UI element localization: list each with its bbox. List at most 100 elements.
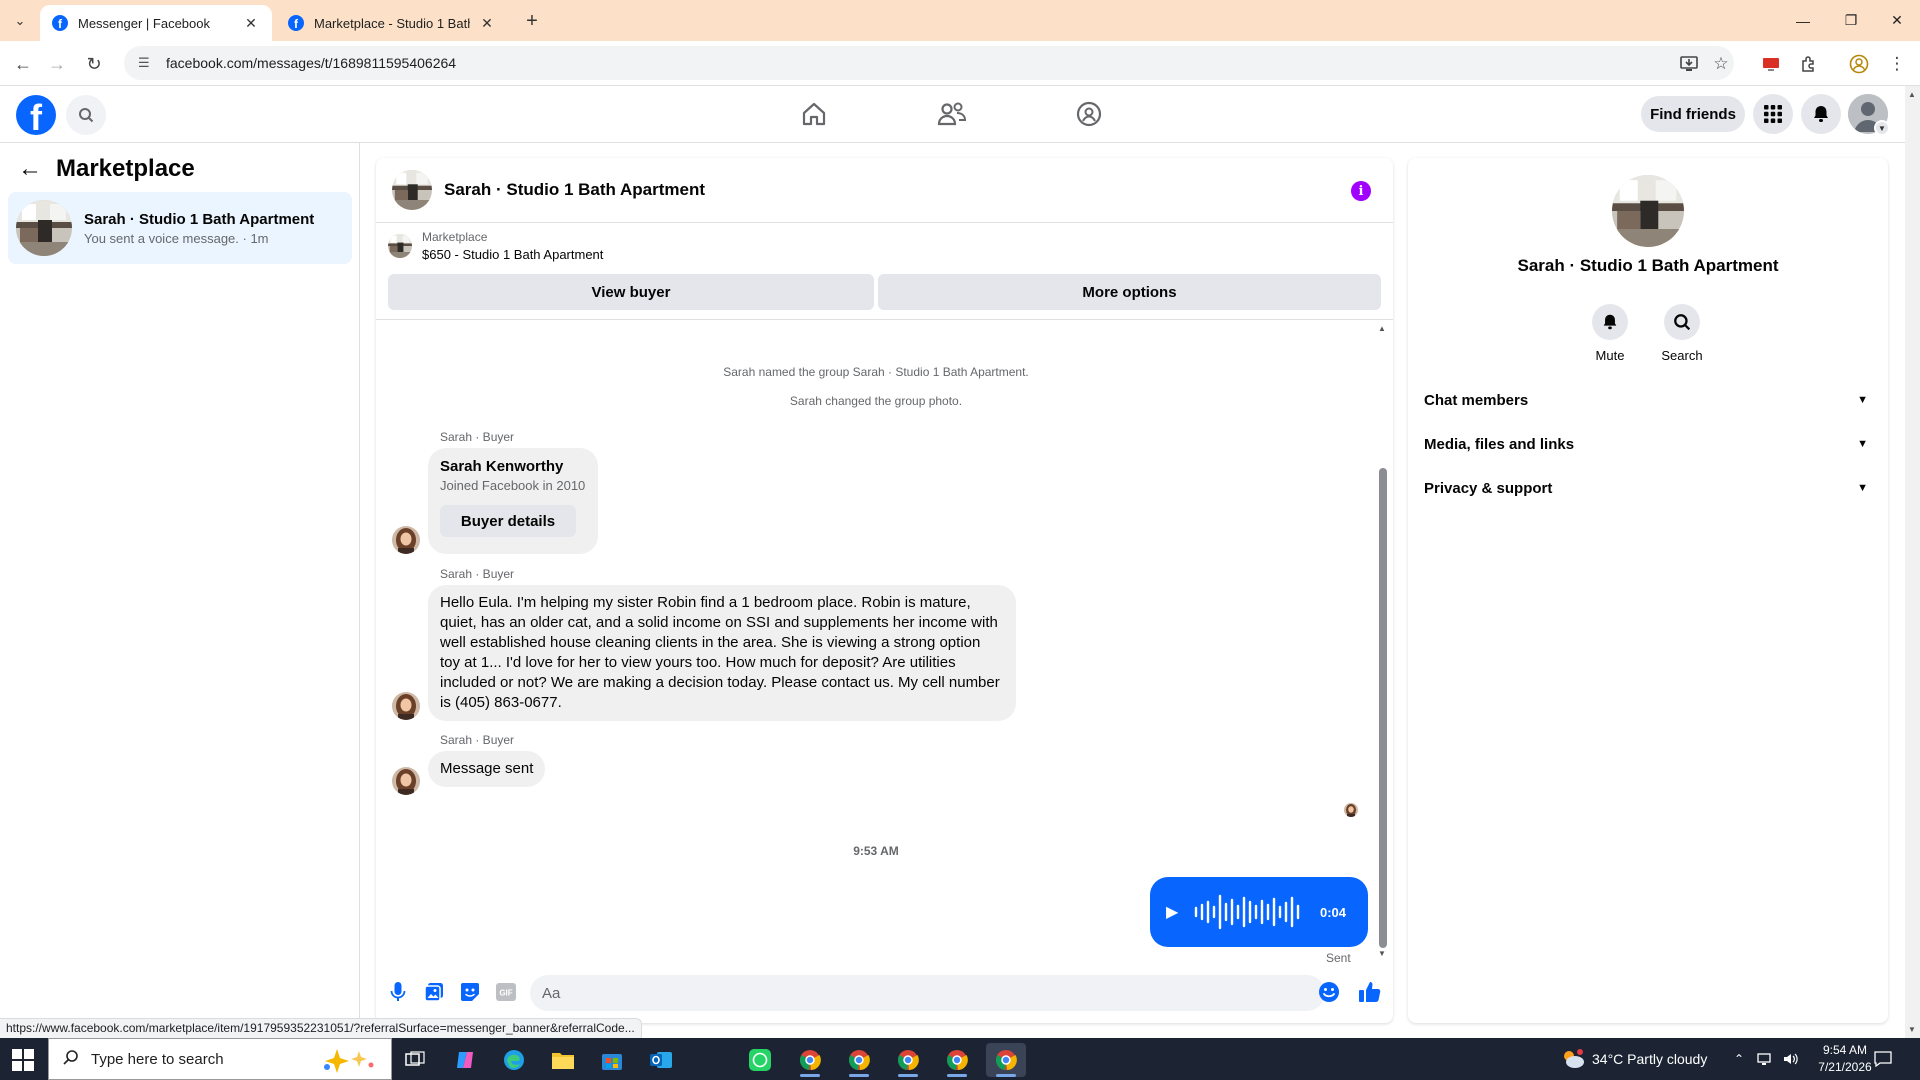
more-options-button[interactable]: More options — [878, 274, 1381, 310]
menu-grid-button[interactable] — [1753, 94, 1793, 134]
site-settings-icon[interactable]: ☰ — [138, 55, 154, 71]
notifications-button[interactable] — [1801, 94, 1841, 134]
edge-app-icon[interactable] — [494, 1043, 534, 1077]
bookmark-star-icon[interactable]: ☆ — [1708, 51, 1734, 77]
restore-icon[interactable]: ❐ — [1828, 0, 1874, 41]
sender-avatar[interactable] — [392, 526, 420, 554]
sender-avatar[interactable] — [392, 692, 420, 720]
conversation-info-icon[interactable]: i — [1351, 181, 1371, 201]
conversation-name: Sarah · Studio 1 Bath Apartment — [84, 210, 315, 228]
chevron-up-icon[interactable]: ⌃ — [1734, 1052, 1744, 1066]
privacy-support-section[interactable]: Privacy & support ▼ — [1424, 470, 1872, 506]
chat-header-avatar[interactable] — [392, 170, 432, 210]
facebook-logo-icon[interactable]: f — [16, 95, 56, 135]
network-icon[interactable] — [1756, 1051, 1772, 1067]
conversation-details-panel: Sarah · Studio 1 Bath Apartment Mute Sea… — [1408, 158, 1888, 1023]
weather-widget[interactable]: 34°C Partly cloudy — [1560, 1038, 1707, 1080]
emoji-icon[interactable] — [1317, 980, 1341, 1004]
scroll-up-icon[interactable]: ▲ — [1377, 324, 1387, 333]
message-bubble[interactable]: Message sent — [428, 751, 546, 787]
buyer-details-button[interactable]: Buyer details — [440, 505, 576, 537]
scroll-down-icon[interactable]: ▼ — [1908, 1025, 1916, 1034]
tab-close-icon[interactable]: ✕ — [242, 14, 260, 32]
chat-scrollbar-thumb[interactable] — [1379, 468, 1387, 948]
mute-button[interactable]: Mute — [1580, 304, 1640, 363]
conversation-photo[interactable] — [1612, 175, 1684, 247]
windows-start-icon[interactable] — [12, 1049, 34, 1071]
message-input[interactable] — [530, 975, 1325, 1011]
buyer-profile-card: Sarah Kenworthy Joined Facebook in 2010 … — [428, 448, 598, 554]
page-scrollbar[interactable]: ▲ ▼ — [1905, 86, 1920, 1038]
home-nav-icon[interactable] — [796, 96, 832, 132]
groups-nav-icon[interactable] — [1071, 96, 1107, 132]
chevron-down-icon[interactable]: ▼ — [1874, 120, 1890, 136]
taskbar-clock[interactable]: 9:54 AM 7/21/2026 — [1810, 1042, 1880, 1076]
view-buyer-button[interactable]: View buyer — [388, 274, 874, 310]
close-window-icon[interactable]: ✕ — [1874, 0, 1920, 41]
chrome-app-icon[interactable] — [986, 1043, 1026, 1077]
chevron-down-icon: ▼ — [1857, 482, 1868, 494]
browser-tab-marketplace[interactable]: f Marketplace - Studio 1 Bath Ap ✕ — [276, 5, 508, 41]
chrome-app-icon[interactable] — [839, 1043, 879, 1077]
scroll-up-icon[interactable]: ▲ — [1908, 90, 1916, 99]
find-friends-button[interactable]: Find friends — [1641, 96, 1745, 132]
copilot-app-icon[interactable] — [445, 1043, 485, 1077]
play-icon[interactable]: ▶ — [1166, 902, 1182, 922]
listing-thumbnail — [388, 234, 412, 258]
task-view-icon[interactable] — [395, 1043, 435, 1077]
browser-profile-icon[interactable] — [1846, 51, 1872, 77]
gif-icon[interactable]: GIF — [494, 980, 518, 1004]
chrome-app-icon[interactable] — [937, 1043, 977, 1077]
message-composer: GIF — [376, 968, 1393, 1018]
tab-close-icon[interactable]: ✕ — [478, 14, 496, 32]
conversation-item[interactable]: Sarah · Studio 1 Bath Apartment You sent… — [8, 192, 352, 264]
install-app-icon[interactable] — [1676, 51, 1702, 77]
browser-tab-messenger[interactable]: f Messenger | Facebook ✕ — [40, 5, 272, 41]
microsoft-store-icon[interactable] — [592, 1043, 632, 1077]
outlook-app-icon[interactable] — [641, 1043, 681, 1077]
system-tray-icons[interactable]: ⌃ — [1734, 1038, 1798, 1080]
conversation-preview: You sent a voice message. · 1m — [84, 230, 269, 246]
chat-header: Sarah · Studio 1 Bath Apartment — [376, 158, 1393, 223]
media-files-links-section[interactable]: Media, files and links ▼ — [1424, 426, 1872, 462]
facebook-favicon-icon: f — [288, 15, 304, 31]
minimize-icon[interactable]: — — [1780, 0, 1826, 41]
friends-nav-icon[interactable] — [934, 96, 970, 132]
app-running-indicator — [947, 1074, 967, 1077]
extensions-puzzle-icon[interactable] — [1796, 51, 1822, 77]
thumbs-up-icon[interactable] — [1358, 980, 1382, 1004]
taskbar-search-box[interactable]: Type here to search — [48, 1038, 392, 1080]
search-conversation-button[interactable]: Search — [1652, 304, 1712, 363]
windows-taskbar: Type here to search 34°C Partly cloudy ⌃… — [0, 1038, 1920, 1080]
volume-icon[interactable] — [1782, 1051, 1798, 1067]
photo-icon[interactable] — [422, 980, 446, 1004]
message-bubble[interactable]: Hello Eula. I'm helping my sister Robin … — [428, 585, 1016, 721]
facebook-search-button[interactable] — [66, 95, 106, 135]
scroll-down-icon[interactable]: ▼ — [1377, 949, 1387, 958]
whatsapp-app-icon[interactable] — [740, 1043, 780, 1077]
chat-members-section[interactable]: Chat members ▼ — [1424, 382, 1872, 418]
reload-icon[interactable]: ↻ — [81, 51, 107, 77]
chevron-down-icon: ▼ — [1857, 438, 1868, 450]
copilot-sparkle-icon — [324, 1049, 374, 1073]
svg-text:GIF: GIF — [499, 989, 512, 998]
chat-title[interactable]: Sarah · Studio 1 Bath Apartment — [444, 180, 705, 200]
back-arrow-icon[interactable]: ← — [18, 155, 42, 183]
divider — [376, 319, 1393, 320]
new-tab-icon[interactable]: + — [520, 9, 544, 33]
listing-banner[interactable]: Marketplace $650 - Studio 1 Bath Apartme… — [388, 230, 603, 262]
tab-search-icon[interactable]: ⌄ — [8, 9, 32, 33]
microphone-icon[interactable] — [386, 980, 410, 1004]
file-explorer-icon[interactable] — [543, 1043, 583, 1077]
sender-avatar[interactable] — [392, 767, 420, 795]
chrome-app-icon[interactable] — [888, 1043, 928, 1077]
sticker-icon[interactable] — [458, 980, 482, 1004]
back-icon[interactable]: ← — [10, 51, 36, 77]
browser-menu-icon[interactable]: ⋮ — [1884, 51, 1910, 77]
voice-message-bubble[interactable]: ▶ 0:04 — [1150, 877, 1368, 947]
notification-center-icon[interactable] — [1874, 1038, 1892, 1080]
extension-screen-icon[interactable] — [1758, 51, 1784, 77]
address-bar[interactable]: ☰ facebook.com/messages/t/16898115954062… — [124, 46, 1734, 80]
chrome-app-icon[interactable] — [790, 1043, 830, 1077]
forward-icon[interactable]: → — [44, 51, 70, 77]
